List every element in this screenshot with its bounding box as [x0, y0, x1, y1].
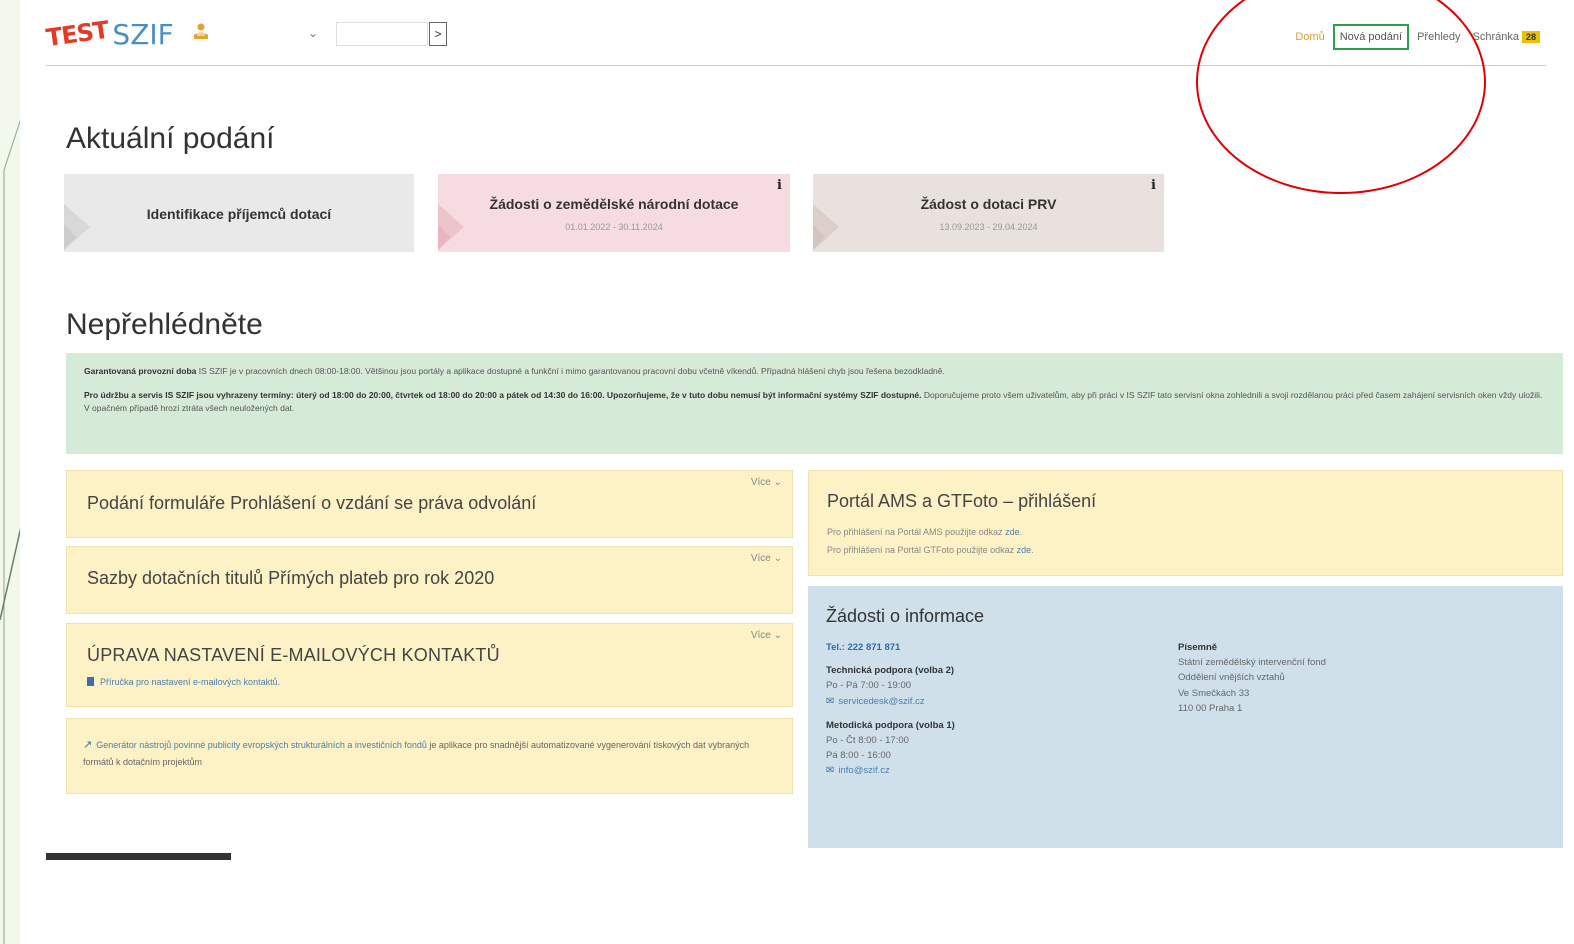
schranka-badge: 28	[1521, 31, 1540, 43]
box-title: Podání formuláře Prohlášení o vzdání se …	[87, 493, 537, 513]
generator-link[interactable]: Generátor nástrojů povinné publicity evr…	[96, 740, 427, 750]
tile-date-range: 01.01.2022 - 30.11.2024	[565, 222, 663, 232]
box-portal-ams: Portál AMS a GTFoto – přihlášení Pro při…	[808, 470, 1563, 576]
tech-support-mail[interactable]: servicedesk@szif.cz	[838, 696, 924, 707]
notice-text-1: IS SZIF je v pracovních dnech 08:00-18:0…	[196, 366, 945, 376]
info-icon[interactable]: i	[1151, 178, 1156, 193]
top-nav: Domů Nová podání Přehledy Schránka 28	[1291, 24, 1544, 50]
document-icon	[87, 677, 94, 686]
met-support-mail[interactable]: info@szif.cz	[838, 765, 889, 776]
logo-test-label: TEST	[44, 15, 111, 53]
written-line-3: Ve Smečkách 33	[1178, 687, 1250, 699]
notice-bold-2: Pro údržbu a servis IS SZIF jsou vyhraze…	[84, 390, 922, 401]
vice-toggle[interactable]: Více ⌄	[751, 630, 782, 641]
nav-prehledy[interactable]: Přehledy	[1413, 27, 1464, 47]
vice-label: Více	[750, 477, 771, 488]
notice-paragraph-2: Pro údržbu a servis IS SZIF jsou vyhraze…	[84, 389, 1545, 415]
tech-support-title: Technická podpora (volba 2)	[826, 665, 955, 677]
tile-title: Žádost o dotaci PRV	[920, 196, 1057, 212]
chevron-down-icon: ⌄	[773, 553, 782, 564]
portal-ams-end: .	[1019, 527, 1023, 537]
info-title: Žádosti o informace	[826, 606, 985, 626]
box-prohlaseni: Více ⌄ Podání formuláře Prohlášení o vzd…	[66, 470, 793, 538]
portal-gtfoto-line: Pro přihlášení na Portál GTFoto použijte…	[827, 545, 1034, 555]
header: TEST SZIF ⌄ > Domů Nová podání Přehledy …	[44, 14, 1546, 66]
logo-szif-label: SZIF	[112, 18, 174, 51]
info-icon[interactable]: i	[777, 178, 782, 193]
vice-toggle[interactable]: Více ⌄	[751, 553, 782, 564]
generator-text: ↗ Generátor nástrojů povinné publicity ev…	[83, 736, 763, 770]
box-title: Sazby dotačních titulů Přímých plateb pr…	[87, 568, 495, 588]
search-input[interactable]	[336, 22, 428, 46]
box-title: ÚPRAVA NASTAVENÍ E-MAILOVÝCH KONTAKTŮ	[87, 645, 500, 665]
footer-bar	[46, 853, 231, 860]
chevron-down-icon: ⌄	[773, 477, 782, 488]
go-button[interactable]: >	[429, 22, 447, 46]
nav-domu[interactable]: Domů	[1291, 27, 1328, 47]
vice-label: Více	[750, 630, 771, 641]
link-suffix: .	[277, 677, 281, 687]
neprehlednete-title: Nepřehlédněte	[66, 308, 263, 341]
tile-narodni-dotace[interactable]: i Žádosti o zemědělské národní dotace 01…	[438, 174, 790, 252]
portal-gtfoto-text: Pro přihlášení na Portál GTFoto použijte…	[827, 545, 1017, 555]
chevron-down-icon: ⌄	[773, 630, 782, 641]
met-support-title: Metodická podpora (volba 1)	[826, 719, 955, 731]
chevron-down-icon[interactable]: ⌄	[308, 26, 318, 40]
portal-gtfoto-end: .	[1031, 545, 1034, 555]
portal-title: Portál AMS a GTFoto – přihlášení	[827, 491, 1097, 511]
prirucka-link[interactable]: Příručka pro nastavení e-mailových konta…	[100, 677, 278, 687]
vice-label: Více	[750, 553, 771, 564]
logo[interactable]: TEST SZIF	[44, 15, 174, 53]
tile-title: Žádosti o zemědělské národní dotace	[489, 196, 739, 212]
notice-paragraph-1: Garantovaná provozní doba IS SZIF je v p…	[84, 365, 1545, 378]
box-emailove-kontakty: Více ⌄ ÚPRAVA NASTAVENÍ E-MAILOVÝCH KONT…	[66, 623, 793, 707]
external-link-icon: ↗	[83, 739, 93, 751]
written-title: Písemně	[1178, 642, 1218, 653]
notice-bold-1: Garantovaná provozní doba	[84, 366, 197, 376]
nav-schranka-label: Schránka	[1472, 31, 1519, 43]
box-sazby: Více ⌄ Sazby dotačních titulů Přímých pl…	[66, 546, 793, 614]
written-line-4: 110 00 Praha 1	[1178, 702, 1243, 714]
info-contact-column: Tel.: 222 871 871 Technická podpora (vol…	[826, 640, 955, 779]
tile-date-range: 13.09.2023 - 29.04.2024	[939, 222, 1038, 232]
tile-dotace-prv[interactable]: i Žádost o dotaci PRV 13.09.2023 - 29.04…	[813, 174, 1164, 252]
mail-icon: ✉	[826, 765, 835, 777]
tile-chevron-icon	[64, 203, 90, 251]
user-icon[interactable]	[193, 22, 209, 40]
info-written-column: Písemně Státní zemědělský intervenční fo…	[1178, 640, 1326, 716]
written-line-2: Oddělení vnějších vztahů	[1178, 672, 1285, 684]
written-line-1: Státní zemědělský intervenční fond	[1178, 657, 1326, 669]
aktualni-title: Aktuální podání	[66, 122, 275, 155]
portal-ams-link[interactable]: zde	[1005, 527, 1020, 537]
met-support-hours-1: Po - Čt 8:00 - 17:00	[826, 734, 909, 746]
service-notice: Garantovaná provozní doba IS SZIF je v p…	[66, 353, 1563, 454]
portal-gtfoto-link[interactable]: zde	[1017, 545, 1032, 555]
box-zadosti-o-informace: Žádosti o informace Tel.: 222 871 871 Te…	[808, 586, 1563, 848]
nav-schranka[interactable]: Schránka 28	[1469, 27, 1545, 47]
tech-support-hours: Po - Pá 7:00 - 19:00	[826, 680, 912, 692]
mail-icon: ✉	[826, 695, 835, 707]
met-support-hours-2: Pá 8:00 - 16:00	[826, 749, 891, 761]
portal-ams-line: Pro přihlášení na Portál AMS použijte od…	[827, 527, 1022, 537]
info-tel[interactable]: Tel.: 222 871 871	[826, 640, 955, 655]
vice-toggle[interactable]: Více ⌄	[751, 477, 782, 488]
tile-title: Identifikace příjemců dotací	[146, 206, 332, 222]
portal-ams-text: Pro přihlášení na Portál AMS použijte od…	[827, 527, 1006, 537]
tile-chevron-icon	[438, 203, 464, 251]
tile-identifikace[interactable]: Identifikace příjemců dotací	[64, 174, 414, 252]
box-generator: ↗ Generátor nástrojů povinné publicity ev…	[66, 718, 793, 794]
nav-nova-podani[interactable]: Nová podání	[1332, 24, 1410, 50]
tile-chevron-icon	[813, 203, 839, 251]
doc-link-row: Příručka pro nastavení e-mailových konta…	[87, 677, 280, 687]
